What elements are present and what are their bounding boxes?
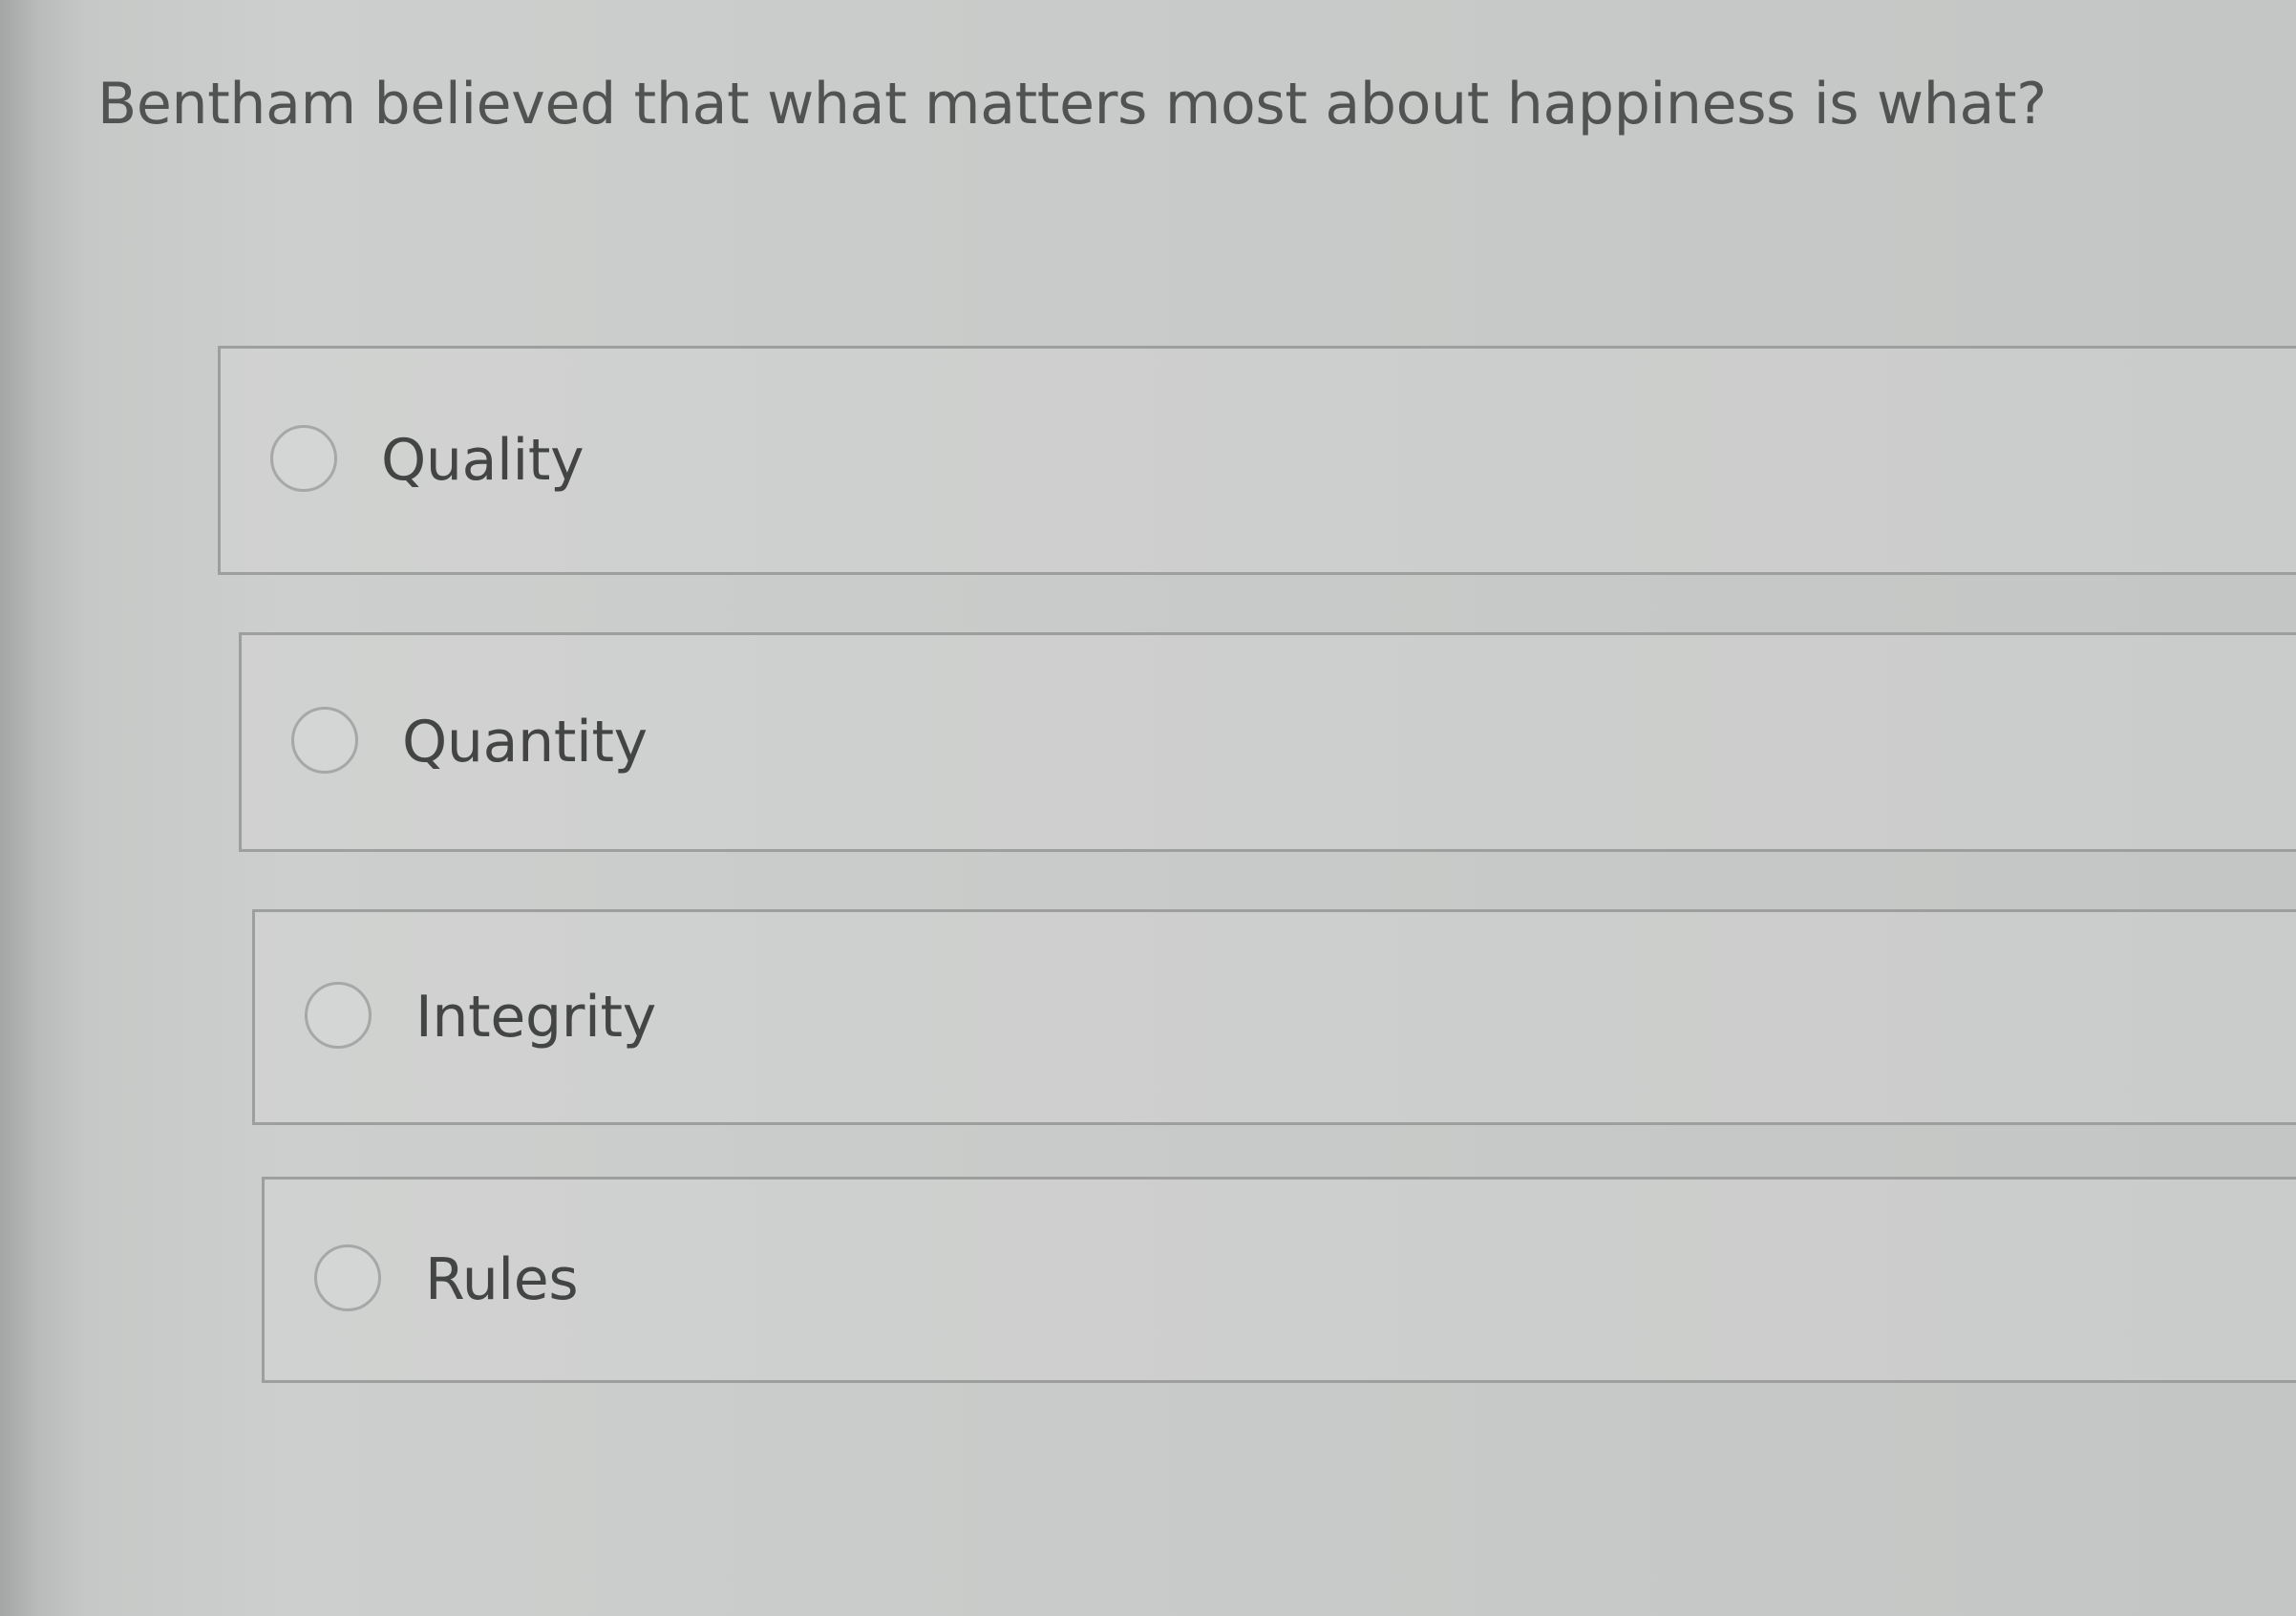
answer-options: Quality Quantity Integrity Rules: [0, 0, 2296, 1616]
answer-option-quality[interactable]: Quality: [218, 346, 2296, 575]
radio-button-unchecked-icon[interactable]: [305, 982, 372, 1049]
answer-label: Rules: [425, 1246, 579, 1313]
answer-option-integrity[interactable]: Integrity: [252, 909, 2296, 1125]
radio-button-unchecked-icon[interactable]: [291, 707, 358, 774]
quiz-screen: Bentham believed that what matters most …: [0, 0, 2296, 1616]
radio-button-unchecked-icon[interactable]: [314, 1244, 381, 1311]
answer-option-rules[interactable]: Rules: [262, 1177, 2296, 1383]
answer-label: Integrity: [415, 984, 656, 1051]
answer-label: Quantity: [402, 709, 648, 776]
answer-option-quantity[interactable]: Quantity: [239, 632, 2296, 852]
answer-label: Quality: [381, 427, 585, 494]
radio-button-unchecked-icon[interactable]: [270, 425, 337, 492]
